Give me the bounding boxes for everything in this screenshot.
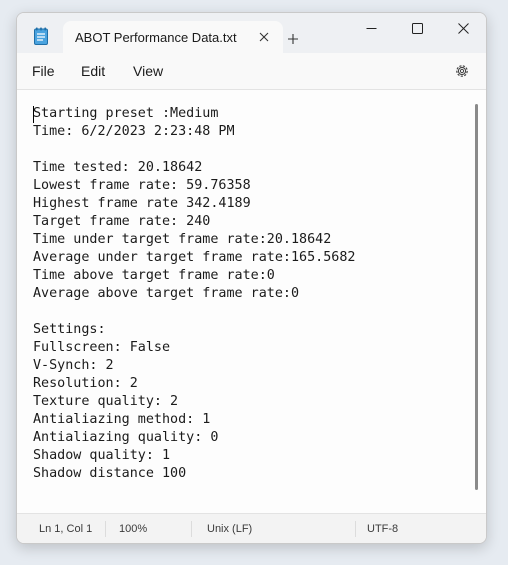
gear-icon [456, 65, 468, 77]
text-line: Average under target frame rate:165.5682 [33, 250, 356, 265]
text-line: Shadow quality: 1 [33, 448, 171, 463]
notepad-icon [34, 27, 48, 45]
text-line: Settings: [33, 322, 106, 337]
notepad-window: ABOT Performance Data.txt File Edit View… [16, 12, 487, 544]
maximize-button[interactable] [394, 13, 440, 43]
encoding[interactable]: UTF-8 [367, 523, 398, 535]
status-divider [191, 521, 192, 537]
text-line: Fullscreen: False [33, 340, 171, 355]
text-line: Target frame rate: 240 [33, 214, 211, 229]
title-bar: ABOT Performance Data.txt [17, 13, 486, 53]
cursor-position: Ln 1, Col 1 [39, 523, 93, 535]
tab-document[interactable]: ABOT Performance Data.txt [63, 21, 283, 53]
close-icon [457, 22, 469, 34]
text-line: Lowest frame rate: 59.76358 [33, 178, 251, 193]
text-line: Starting preset :Medium [33, 106, 219, 121]
text-editor[interactable]: Starting preset :Medium Time: 6/2/2023 2… [17, 89, 486, 514]
vertical-scrollbar[interactable] [475, 104, 478, 490]
tab-title: ABOT Performance Data.txt [75, 30, 237, 45]
close-icon [259, 32, 269, 42]
settings-button[interactable] [452, 61, 472, 81]
text-line: Highest frame rate 342.4189 [33, 196, 251, 211]
menu-file[interactable]: File [32, 63, 55, 79]
text-line: Time above target frame rate:0 [33, 268, 275, 283]
status-divider [105, 521, 106, 537]
text-line: Shadow distance 100 [33, 466, 187, 481]
text-line: Average above target frame rate:0 [33, 286, 300, 301]
text-line: V-Synch: 2 [33, 358, 114, 373]
menu-view[interactable]: View [133, 63, 163, 79]
text-line: Time: 6/2/2023 2:23:48 PM [33, 124, 235, 139]
zoom-level[interactable]: 100% [119, 523, 147, 535]
minimize-icon [366, 27, 376, 29]
new-tab-button[interactable] [281, 27, 305, 51]
maximize-icon [411, 22, 423, 34]
text-line: Time under target frame rate:20.18642 [33, 232, 332, 247]
plus-icon [288, 34, 298, 44]
minimize-button[interactable] [348, 13, 394, 43]
close-tab-button[interactable] [253, 26, 275, 48]
menu-bar: File Edit View [17, 53, 486, 89]
text-line: Resolution: 2 [33, 376, 138, 391]
text-line: Time tested: 20.18642 [33, 160, 203, 175]
close-window-button[interactable] [440, 13, 486, 43]
line-ending[interactable]: Unix (LF) [207, 523, 252, 535]
status-bar: Ln 1, Col 1 100% Unix (LF) UTF-8 [17, 513, 486, 543]
text-line: Texture quality: 2 [33, 394, 179, 409]
text-line: Antialiazing quality: 0 [33, 430, 219, 445]
menu-edit[interactable]: Edit [81, 63, 105, 79]
status-divider [355, 521, 356, 537]
text-line: Antialiazing method: 1 [33, 412, 211, 427]
